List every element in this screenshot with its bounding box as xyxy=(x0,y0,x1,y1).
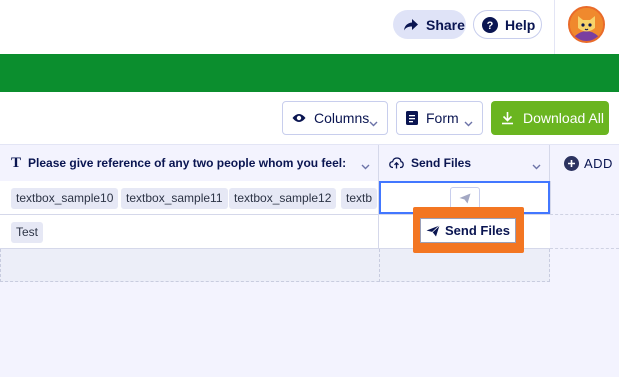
plus-circle-icon xyxy=(564,155,579,171)
columns-dropdown[interactable]: Columns xyxy=(282,101,388,135)
add-column-label: ADD xyxy=(584,155,613,171)
question-circle-icon: ? xyxy=(482,16,498,33)
download-all-label: Download All xyxy=(523,110,604,126)
column-header-label: Send Files xyxy=(411,156,472,170)
column-divider xyxy=(549,249,550,282)
column-divider xyxy=(379,249,380,282)
table-toolbar: Columns Form Download All xyxy=(0,92,619,145)
cat-avatar-icon[interactable] xyxy=(568,6,605,43)
form-label: Form xyxy=(426,110,459,126)
columns-label: Columns xyxy=(314,110,370,126)
chevron-down-icon[interactable] xyxy=(532,159,541,173)
download-all-button[interactable]: Download All xyxy=(491,101,609,135)
reference-cell[interactable]: Test xyxy=(0,215,379,248)
top-bar: Share ? Help xyxy=(0,0,619,54)
chevron-down-icon xyxy=(369,114,378,130)
help-button[interactable]: ? Help xyxy=(473,10,542,39)
add-column-area xyxy=(550,181,619,249)
value-tag: textbox_sample12 xyxy=(229,188,337,209)
paper-plane-icon xyxy=(426,224,440,237)
add-column-button[interactable]: ADD xyxy=(550,145,619,181)
form-dropdown[interactable]: Form xyxy=(396,101,483,135)
column-header-reference[interactable]: T Please give reference of any two peopl… xyxy=(0,145,379,181)
value-tag: textbox_sample11 xyxy=(121,188,228,209)
help-label: Help xyxy=(505,16,536,33)
share-label: Share xyxy=(426,16,465,33)
paper-plane-icon xyxy=(459,193,471,204)
value-tag: Test xyxy=(11,222,44,243)
svg-text:?: ? xyxy=(487,20,494,32)
text-type-icon: T xyxy=(11,154,22,171)
send-files-label: Send Files xyxy=(445,223,511,238)
value-tag: textbox_sample10 xyxy=(11,188,119,209)
column-header-label: Please give reference of any two people … xyxy=(28,156,347,170)
chevron-down-icon[interactable] xyxy=(361,159,370,173)
send-files-button[interactable]: Send Files xyxy=(420,218,516,243)
topbar-divider xyxy=(554,0,555,54)
empty-cell xyxy=(550,215,619,249)
empty-cell xyxy=(550,181,619,215)
cloud-upload-icon xyxy=(389,157,404,169)
eye-icon xyxy=(292,113,306,123)
form-color-banner xyxy=(0,54,619,92)
download-icon xyxy=(501,111,514,125)
form-document-icon xyxy=(406,111,418,125)
column-header-send-files[interactable]: Send Files xyxy=(379,145,550,181)
chevron-down-icon xyxy=(464,114,473,130)
share-button[interactable]: Share xyxy=(393,10,466,39)
reference-cell[interactable]: textbox_sample10 textbox_sample11 textbo… xyxy=(0,181,379,214)
value-tag: textb xyxy=(341,188,378,209)
new-row-placeholder[interactable] xyxy=(0,249,550,282)
share-arrow-icon xyxy=(403,18,419,32)
